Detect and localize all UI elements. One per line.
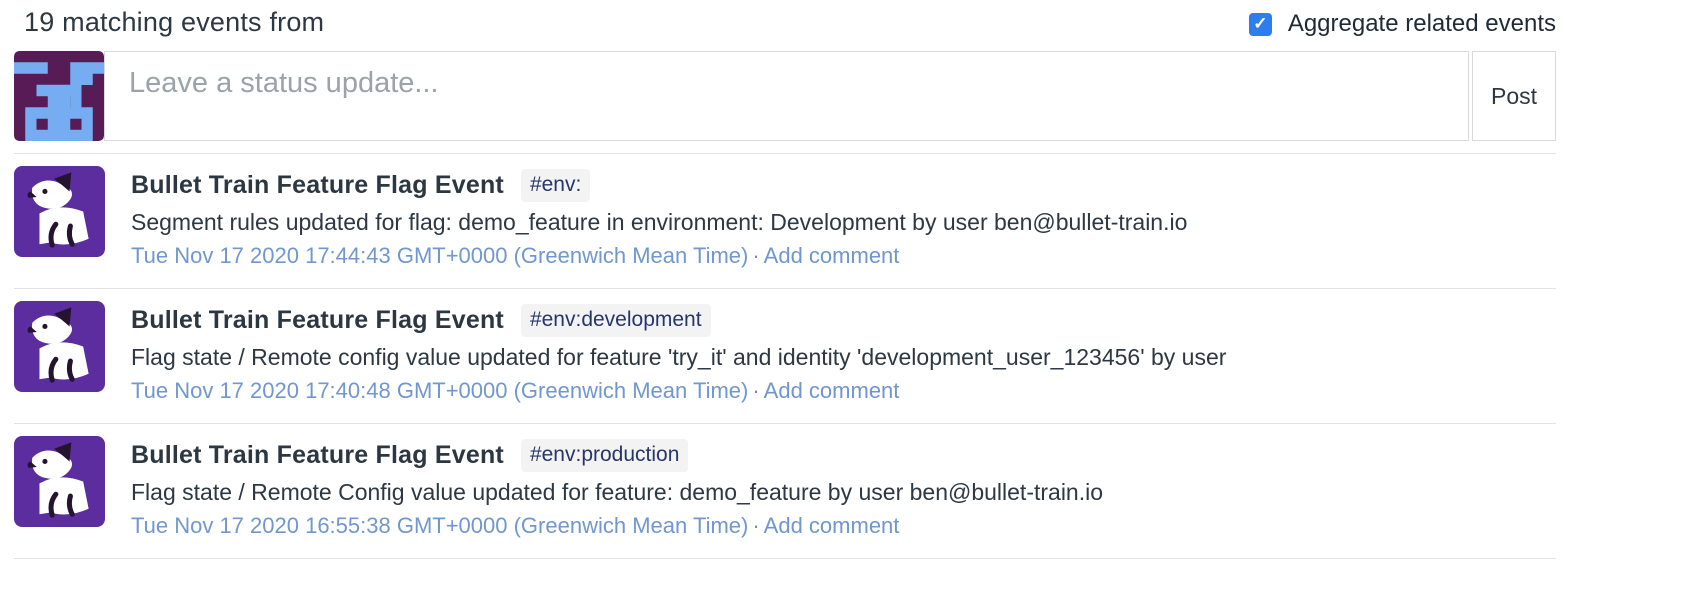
add-comment-link[interactable]: Add comment (764, 378, 900, 403)
event-description: Flag state / Remote Config value updated… (131, 477, 1103, 507)
user-identicon-avatar (14, 51, 104, 141)
event-title: Bullet Train Feature Flag Event (131, 171, 504, 200)
status-composer: Post (14, 51, 1556, 141)
meta-separator: · (748, 513, 763, 538)
stream-end-divider (14, 558, 1556, 559)
datadog-bits-dog-icon (14, 436, 105, 527)
page: 19 matching events from ✓ Aggregate rela… (14, 0, 1556, 559)
event-timestamp[interactable]: Tue Nov 17 2020 17:44:43 GMT+0000 (Green… (131, 243, 748, 268)
add-comment-link[interactable]: Add comment (764, 513, 900, 538)
event-description: Flag state / Remote config value updated… (131, 342, 1226, 372)
aggregate-toggle: ✓ Aggregate related events (1249, 10, 1556, 38)
event-stream: Bullet Train Feature Flag Event #env: Se… (14, 153, 1556, 559)
event-row: Bullet Train Feature Flag Event #env:dev… (14, 288, 1556, 423)
event-title: Bullet Train Feature Flag Event (131, 441, 504, 470)
status-input-wrap (104, 51, 1469, 141)
add-comment-link[interactable]: Add comment (764, 243, 900, 268)
post-button[interactable]: Post (1472, 51, 1556, 141)
event-tag-badge[interactable]: #env:production (521, 439, 688, 472)
aggregate-label[interactable]: Aggregate related events (1288, 10, 1556, 38)
pixel-identicon-icon (14, 51, 104, 141)
event-content: Bullet Train Feature Flag Event #env: Se… (131, 166, 1187, 270)
event-row: Bullet Train Feature Flag Event #env: Se… (14, 153, 1556, 288)
datadog-bits-dog-icon (14, 301, 105, 392)
aggregate-checkbox[interactable]: ✓ (1249, 13, 1272, 36)
event-row: Bullet Train Feature Flag Event #env:pro… (14, 423, 1556, 558)
page-title: 19 matching events from (24, 7, 324, 38)
event-timestamp[interactable]: Tue Nov 17 2020 16:55:38 GMT+0000 (Green… (131, 513, 748, 538)
meta-separator: · (748, 243, 763, 268)
event-title: Bullet Train Feature Flag Event (131, 306, 504, 335)
event-content: Bullet Train Feature Flag Event #env:dev… (131, 301, 1226, 405)
checkmark-icon: ✓ (1253, 14, 1267, 34)
datadog-dog-avatar (14, 301, 105, 392)
meta-separator: · (748, 378, 763, 403)
event-tag-badge[interactable]: #env:development (521, 304, 711, 337)
status-input[interactable] (105, 52, 1468, 140)
event-description: Segment rules updated for flag: demo_fea… (131, 207, 1187, 237)
datadog-bits-dog-icon (14, 166, 105, 257)
event-tag-badge[interactable]: #env: (521, 169, 590, 202)
event-content: Bullet Train Feature Flag Event #env:pro… (131, 436, 1103, 540)
datadog-dog-avatar (14, 436, 105, 527)
datadog-dog-avatar (14, 166, 105, 257)
header: 19 matching events from ✓ Aggregate rela… (14, 0, 1556, 51)
event-timestamp[interactable]: Tue Nov 17 2020 17:40:48 GMT+0000 (Green… (131, 378, 748, 403)
